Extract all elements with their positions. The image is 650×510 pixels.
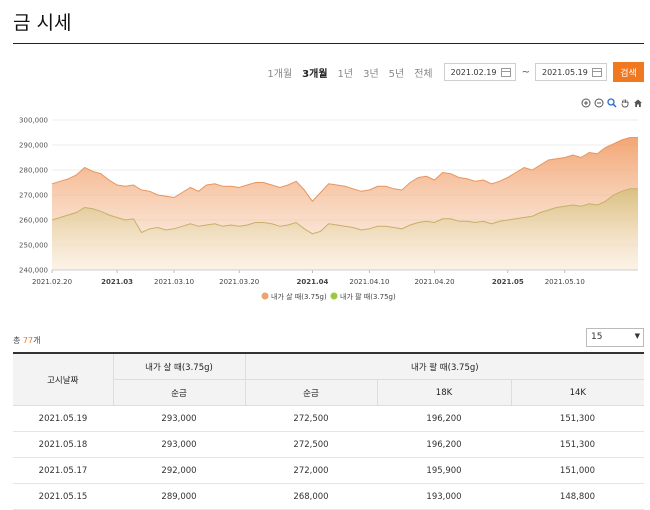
- legend-label-sell[interactable]: 내가 팔 때(3.75g): [340, 292, 396, 301]
- period-3m-tab[interactable]: 3개월: [302, 65, 327, 80]
- buy-pure-cell: 293,000: [113, 431, 245, 458]
- sell-pure-gold-header: 순금: [244, 379, 377, 406]
- total-count: 총 77개: [13, 335, 40, 346]
- gold-price-chart: 300,000 290,000 280,000 270,000 260,000 250,0…: [19, 117, 638, 301]
- buy-pure-gold-header: 순금: [112, 379, 245, 406]
- zoom-out-icon[interactable]: [594, 98, 604, 108]
- magnify-icon[interactable]: [607, 98, 617, 108]
- x-tick-label: 2021.03.10: [154, 278, 194, 286]
- period-1y-tab[interactable]: 1년: [338, 65, 354, 80]
- sell-14k-cell: 151,300: [511, 431, 645, 458]
- table-row: 2021.05.19 293,000 272,500 196,200 151,3…: [13, 405, 645, 432]
- y-tick-label: 250,000: [19, 242, 48, 250]
- table-row: 2021.05.17 292,000 272,000 195,900 151,0…: [13, 457, 645, 484]
- pan-hand-icon[interactable]: [620, 98, 630, 108]
- sell-18k-cell: 196,200: [377, 405, 511, 432]
- chevron-down-icon: ▼: [634, 332, 640, 340]
- date-cell: 2021.05.15: [13, 483, 113, 510]
- total-count-value: 77: [22, 336, 34, 345]
- chart-toolbar: [581, 98, 643, 108]
- price-table: 고시날짜 내가 살 때(3.75g) 내가 팔 때(3.75g) 순금 순금 1…: [13, 352, 645, 510]
- x-axis: 2021.02.20 2021.03 2021.03.10 2021.03.20 202…: [32, 269, 638, 286]
- y-tick-label: 290,000: [19, 142, 48, 150]
- page-title: 금 시세: [13, 12, 72, 34]
- sell-pure-cell: 272,500: [245, 405, 377, 432]
- chart-areas: [51, 137, 638, 270]
- sell-14k-header: 14K: [510, 379, 645, 406]
- buy-pure-cell: 289,000: [113, 483, 245, 510]
- buy-pure-cell: 292,000: [113, 457, 245, 484]
- x-tick-label: 2021.03: [101, 278, 133, 286]
- title-divider: [13, 43, 644, 44]
- x-tick-label: 2021.04.20: [414, 278, 454, 286]
- y-tick-label: 240,000: [19, 267, 48, 275]
- y-tick-label: 260,000: [19, 217, 48, 225]
- sell-pure-cell: 272,000: [245, 457, 377, 484]
- total-count-prefix: 총: [13, 336, 23, 345]
- zoom-in-icon[interactable]: [581, 98, 591, 108]
- legend-marker-buy: [261, 292, 269, 300]
- x-tick-label: 2021.05: [492, 278, 524, 286]
- x-tick-label: 2021.04.10: [349, 278, 389, 286]
- calendar-icon[interactable]: [592, 67, 602, 77]
- date-range-separator: ~: [521, 66, 530, 78]
- sell-14k-cell: 148,800: [511, 483, 645, 510]
- sell-18k-cell: 196,200: [377, 431, 511, 458]
- period-all-tab[interactable]: 전체: [414, 65, 432, 80]
- date-column-header: 고시날짜: [13, 352, 113, 406]
- date-cell: 2021.05.17: [13, 457, 113, 484]
- sell-14k-cell: 151,300: [511, 405, 645, 432]
- buy-group-header: 내가 살 때(3.75g): [112, 352, 245, 380]
- x-tick-label: 2021.05.10: [545, 278, 585, 286]
- sell-18k-cell: 195,900: [377, 457, 511, 484]
- period-3y-tab[interactable]: 3년: [363, 65, 379, 80]
- legend-label-buy[interactable]: 내가 살 때(3.75g): [271, 292, 327, 301]
- page-size-select[interactable]: 15 ▼: [586, 328, 644, 347]
- sell-group-header: 내가 팔 때(3.75g): [244, 352, 645, 380]
- start-date-input[interactable]: 2021.02.19: [443, 63, 516, 81]
- sell-pure-cell: 272,500: [245, 431, 377, 458]
- x-tick-label: 2021.03.20: [219, 278, 259, 286]
- sell-14k-cell: 151,000: [511, 457, 645, 484]
- date-cell: 2021.05.18: [13, 431, 113, 458]
- start-date-value: 2021.02.19: [450, 67, 497, 77]
- end-date-value: 2021.05.19: [542, 67, 588, 77]
- table-row: 2021.05.15 289,000 268,000 193,000 148,8…: [13, 483, 645, 510]
- y-axis: 300,000 290,000 280,000 270,000 260,000 250,0…: [19, 117, 48, 275]
- y-tick-label: 280,000: [19, 167, 48, 175]
- x-tick-label: 2021.04: [296, 278, 328, 286]
- search-button[interactable]: 검색: [613, 62, 644, 82]
- y-tick-label: 270,000: [19, 192, 48, 200]
- date-filter-bar: 1개월 3개월 1년 3년 5년 전체 2021.02.19 ~ 2021.05…: [262, 62, 644, 82]
- end-date-input[interactable]: 2021.05.19: [535, 63, 607, 81]
- chart-legend: 내가 살 때(3.75g) 내가 팔 때(3.75g): [261, 292, 396, 301]
- date-cell: 2021.05.19: [13, 405, 113, 432]
- calendar-icon[interactable]: [500, 67, 511, 77]
- sell-pure-cell: 268,000: [245, 483, 377, 510]
- sell-18k-cell: 193,000: [377, 483, 511, 510]
- period-1m-tab[interactable]: 1개월: [267, 65, 292, 80]
- page-size-value: 15: [591, 332, 603, 342]
- home-icon[interactable]: [633, 98, 643, 108]
- y-tick-label: 300,000: [19, 117, 48, 125]
- buy-pure-cell: 293,000: [113, 405, 245, 432]
- x-tick-label: 2021.02.20: [32, 278, 72, 286]
- table-row: 2021.05.18 293,000 272,500 196,200 151,3…: [13, 431, 645, 458]
- legend-marker-sell: [330, 292, 338, 300]
- sell-18k-header: 18K: [376, 379, 511, 406]
- period-5y-tab[interactable]: 5년: [389, 65, 405, 80]
- total-count-suffix: 개: [33, 336, 41, 345]
